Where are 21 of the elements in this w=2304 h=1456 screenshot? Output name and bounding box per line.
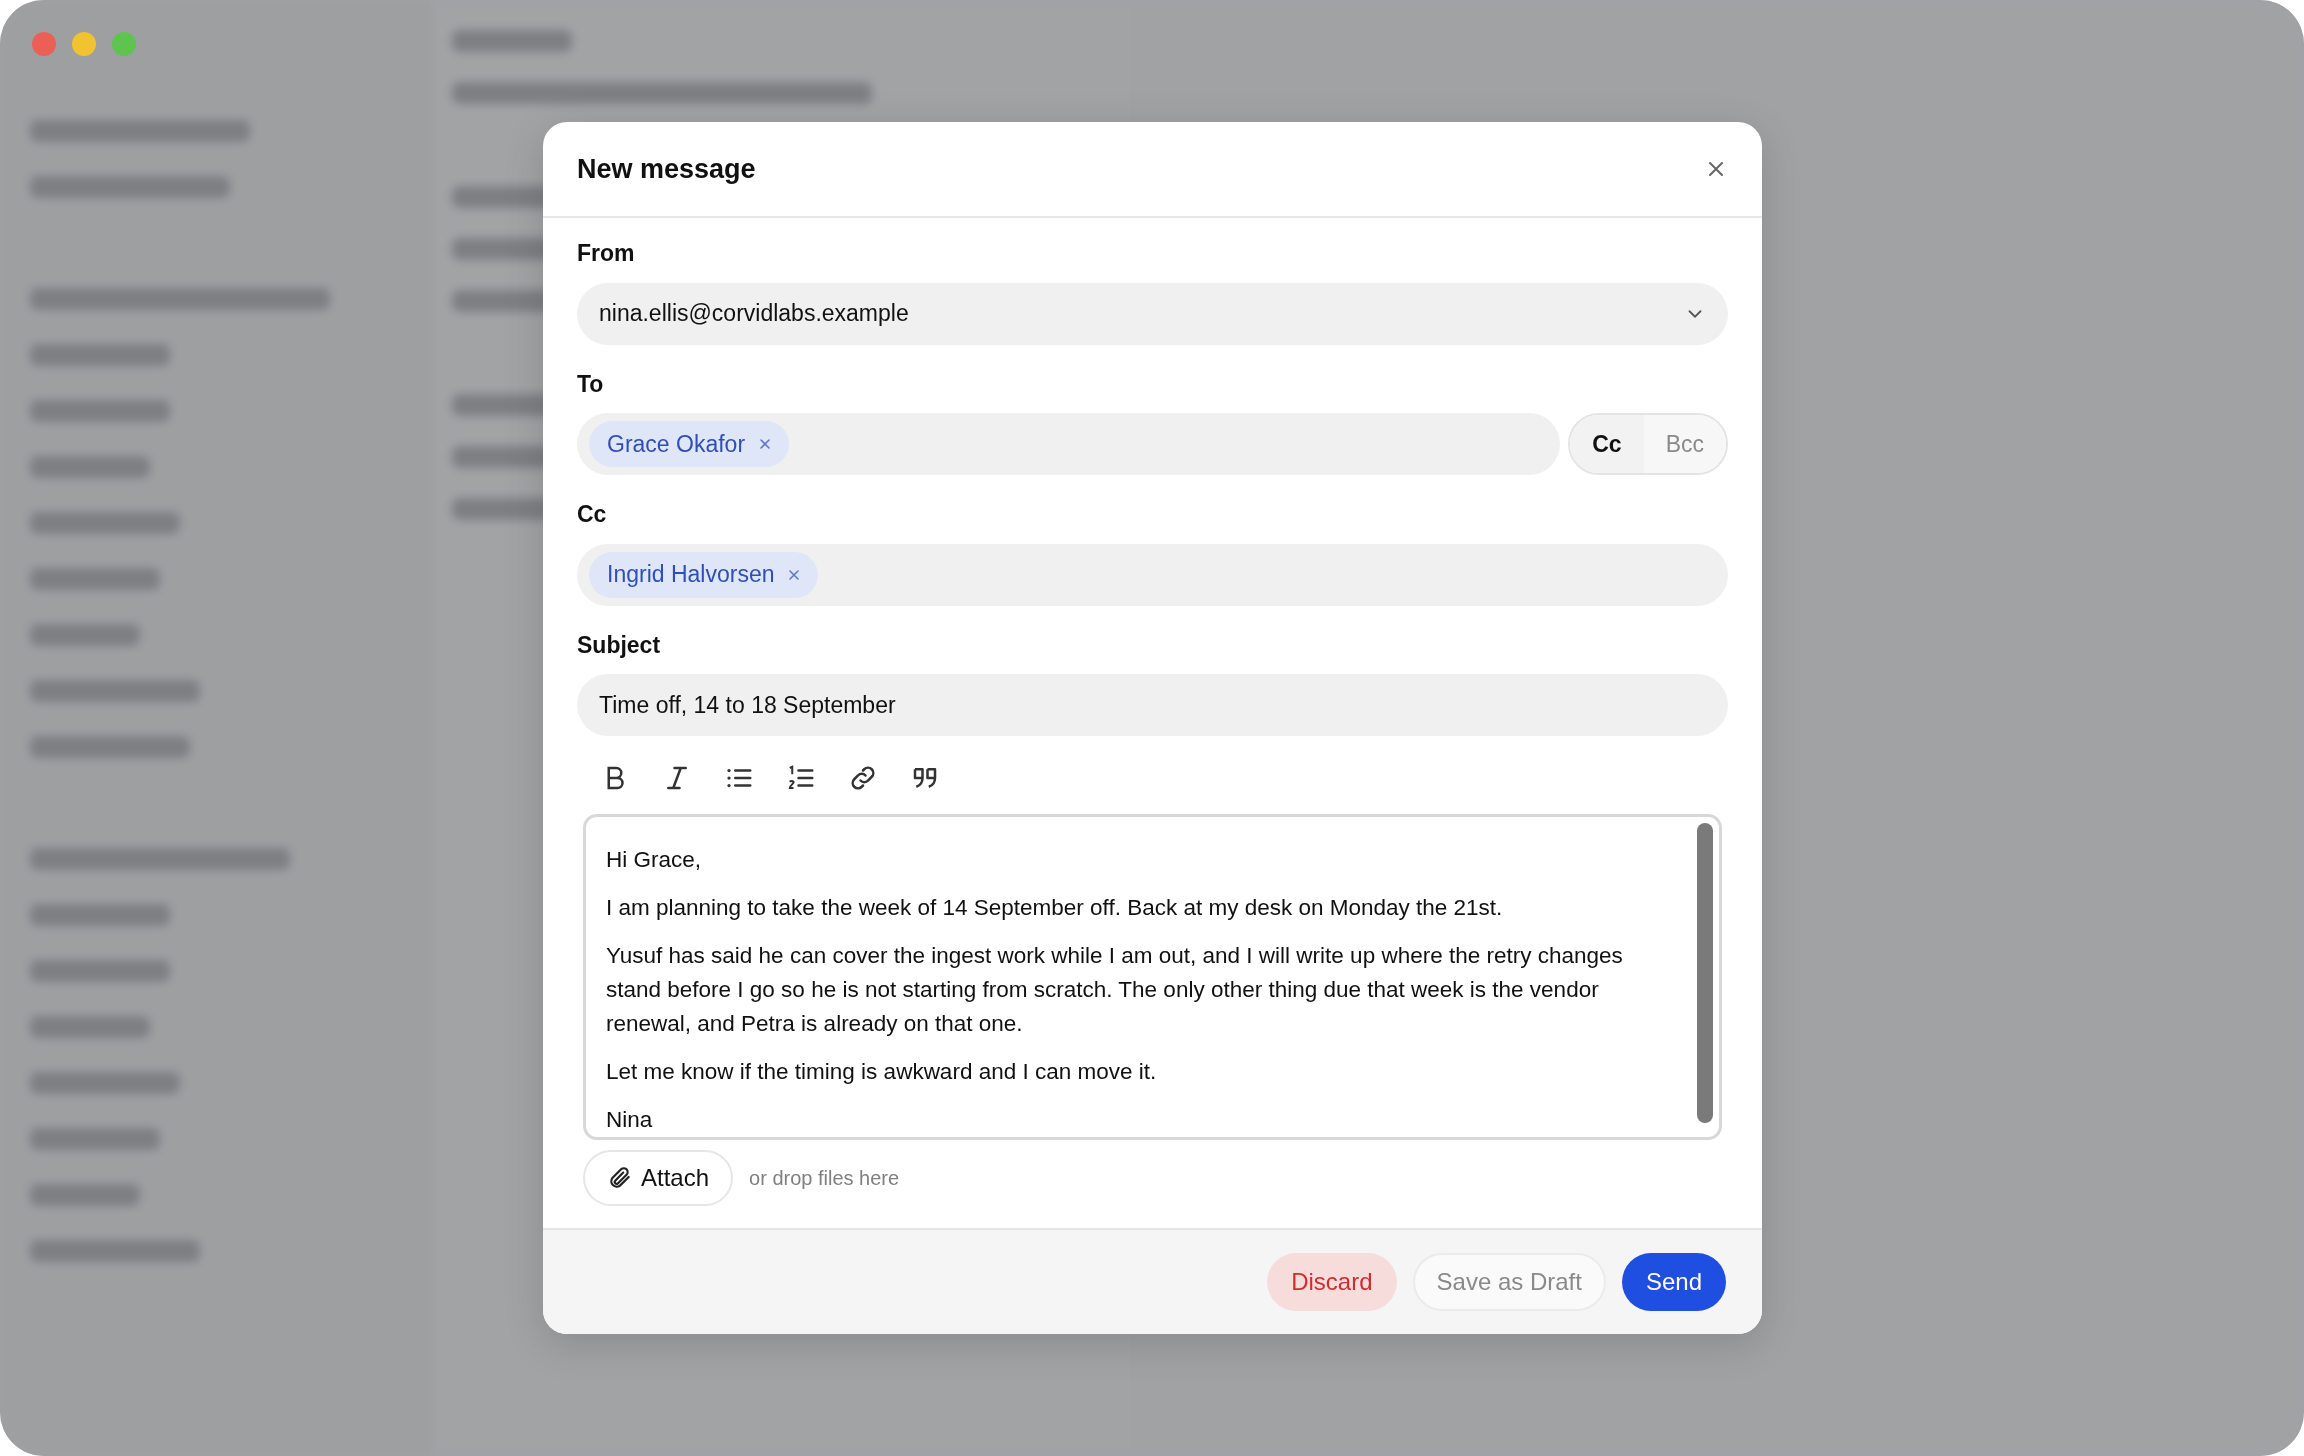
scrollbar-thumb[interactable] <box>1697 823 1713 1123</box>
copy-toggle[interactable]: Cc <box>1570 415 1644 473</box>
from-select[interactable]: nina.ellis@corvidlabs.example <box>577 282 1728 345</box>
recipients-field[interactable]: Ingrid Halvorsen <box>577 543 1728 606</box>
copy-toggle[interactable]: Bcc <box>1643 415 1726 473</box>
field-label: To <box>577 369 604 399</box>
drop-hint: or drop files here <box>749 1166 900 1191</box>
dialog-title: New message <box>577 152 756 186</box>
field-label: From <box>577 239 635 268</box>
field-label: Subject <box>577 630 661 660</box>
recipient-chip[interactable]: Ingrid Halvorsen <box>589 551 819 598</box>
attach-button[interactable]: Attach <box>583 1150 734 1206</box>
paperclip-icon <box>607 1165 633 1191</box>
discard-button[interactable]: Discard <box>1267 1253 1397 1311</box>
subject-field[interactable]: Time off, 14 to 18 September <box>577 674 1728 736</box>
message-body-field[interactable]: Hi Grace, I am planning to take the week of 14 September off. Back at my desk on Monday the 21st. Yusuf has said he can cover the ingest work while I am out, and I will write up where the retry changes stand before I go so he is not starting from scratch. The only other thing due that week is the vendor renewal, and Petra is already on that one. Let me know if the timing is awkward and I can move it. Nina <box>583 814 1722 1140</box>
recipients-field[interactable]: Grace Okafor <box>577 413 1561 475</box>
field-label: Cc <box>577 500 607 529</box>
save-draft-button[interactable]: Save as Draft <box>1412 1253 1606 1311</box>
recipient-chip[interactable]: Grace Okafor <box>589 421 790 467</box>
send-button[interactable]: Send <box>1621 1253 1726 1311</box>
